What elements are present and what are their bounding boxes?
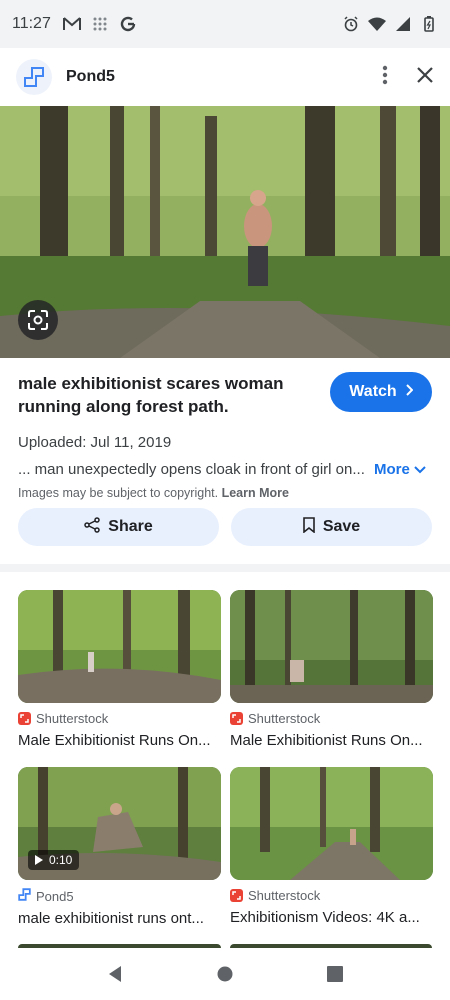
- related-source: Shutterstock: [230, 711, 433, 726]
- grid-dots-icon: [91, 15, 109, 33]
- alarm-icon: [342, 15, 360, 33]
- related-thumbnail[interactable]: [230, 767, 433, 880]
- title-row: male exhibitionist scares woman running …: [18, 372, 432, 418]
- related-title[interactable]: male exhibitionist runs ont...: [18, 910, 221, 927]
- more-label: More: [374, 461, 410, 478]
- save-button[interactable]: Save: [231, 508, 432, 546]
- recents-icon[interactable]: [315, 954, 355, 994]
- share-button[interactable]: Share: [18, 508, 219, 546]
- related-source: Shutterstock: [230, 888, 433, 903]
- related-card[interactable]: Shutterstock Male Exhibitionist Runs On.…: [230, 590, 433, 749]
- google-g-icon: [119, 15, 137, 33]
- related-source: Shutterstock: [18, 711, 221, 726]
- signal-icon: [394, 15, 412, 33]
- save-label: Save: [322, 518, 361, 535]
- related-source: Pond5: [18, 888, 221, 904]
- status-time: 11:27: [12, 15, 51, 32]
- header-actions: [382, 65, 434, 90]
- related-source-name: Shutterstock: [248, 711, 321, 726]
- related-results-grid: Shutterstock Male Exhibitionist Runs On.…: [18, 590, 433, 927]
- battery-icon: [420, 15, 438, 33]
- related-card[interactable]: Shutterstock Exhibitionism Videos: 4K a.…: [230, 767, 433, 927]
- related-card[interactable]: 0:10 Pond5 male exhibitionist runs ont..…: [18, 767, 221, 927]
- pond5-logo-icon: [18, 888, 31, 904]
- share-label: Share: [108, 518, 153, 535]
- related-source-name: Shutterstock: [248, 888, 321, 903]
- related-source-name: Shutterstock: [36, 711, 109, 726]
- source-header: Pond5: [0, 48, 450, 106]
- system-nav-bar: [0, 948, 450, 1000]
- result-info: male exhibitionist scares woman running …: [0, 358, 450, 500]
- result-title[interactable]: male exhibitionist scares woman running …: [18, 372, 318, 418]
- video-duration: 0:10: [49, 853, 73, 867]
- video-duration-badge: 0:10: [28, 850, 80, 870]
- more-button[interactable]: More: [374, 461, 426, 478]
- related-card[interactable]: Shutterstock Male Exhibitionist Runs On.…: [18, 590, 221, 749]
- learn-more-link[interactable]: Learn More: [222, 486, 289, 500]
- related-title[interactable]: Male Exhibitionist Runs On...: [18, 732, 221, 749]
- description-text: ... man unexpectedly opens cloak in fron…: [18, 461, 365, 478]
- copyright-notice: Images may be subject to copyright. Lear…: [18, 486, 432, 500]
- status-notification-icons: [62, 15, 137, 33]
- close-icon[interactable]: [416, 66, 434, 89]
- hero-image[interactable]: [0, 106, 450, 358]
- share-icon: [84, 516, 101, 538]
- play-icon: [35, 855, 43, 865]
- related-thumbnail[interactable]: [18, 590, 221, 703]
- status-system-icons: [342, 15, 438, 33]
- status-bar: 11:27: [0, 0, 450, 48]
- chevron-right-icon: [405, 383, 414, 401]
- shutterstock-icon: [18, 712, 31, 725]
- related-title[interactable]: Exhibitionism Videos: 4K a...: [230, 909, 433, 926]
- related-thumbnail[interactable]: [230, 590, 433, 703]
- related-source-name: Pond5: [36, 888, 74, 904]
- action-buttons: Share Save: [18, 508, 432, 546]
- related-thumbnail[interactable]: 0:10: [18, 767, 221, 880]
- related-title[interactable]: Male Exhibitionist Runs On...: [230, 732, 433, 749]
- gmail-icon: [62, 15, 81, 33]
- google-lens-icon[interactable]: [18, 300, 58, 340]
- shutterstock-icon: [230, 712, 243, 725]
- pond5-logo-icon: [16, 59, 52, 95]
- more-vert-icon[interactable]: [382, 65, 388, 90]
- shutterstock-icon: [230, 889, 243, 902]
- chevron-down-icon: [414, 461, 426, 478]
- back-icon[interactable]: [95, 954, 135, 994]
- description-row: ... man unexpectedly opens cloak in fron…: [18, 461, 432, 478]
- upload-date: Uploaded: Jul 11, 2019: [18, 434, 172, 451]
- section-divider: [0, 564, 450, 572]
- watch-button[interactable]: Watch: [330, 372, 432, 412]
- copyright-text: Images may be subject to copyright.: [18, 486, 219, 500]
- wifi-icon: [368, 15, 386, 33]
- watch-label: Watch: [349, 383, 397, 400]
- site-name[interactable]: Pond5: [66, 68, 115, 86]
- bookmark-icon: [303, 516, 315, 538]
- home-icon[interactable]: [205, 954, 245, 994]
